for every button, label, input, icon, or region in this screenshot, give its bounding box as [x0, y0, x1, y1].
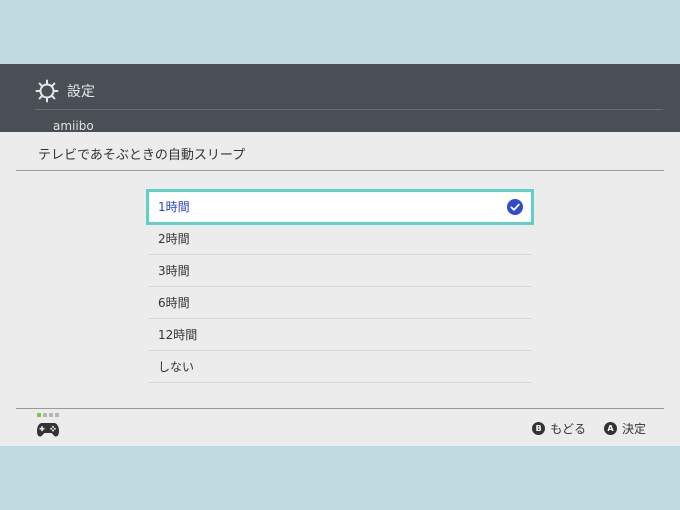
player-indicator	[37, 413, 60, 417]
option-2-hours[interactable]: 2時間	[148, 223, 532, 255]
option-list: 1時間 2時間 3時間 6時間 12時間 しない	[146, 189, 534, 383]
back-hint[interactable]: B もどる	[532, 420, 586, 437]
header-divider	[35, 109, 663, 110]
controller-status	[36, 413, 60, 438]
settings-title-text: 設定	[67, 84, 95, 100]
option-label: 2時間	[158, 232, 190, 246]
option-1-hour[interactable]: 1時間	[146, 189, 534, 225]
option-label: 3時間	[158, 264, 190, 278]
option-label: 1時間	[158, 200, 190, 214]
a-button-icon: A	[603, 422, 617, 435]
gamepad-icon	[36, 420, 60, 438]
switch-screen: 設定 amiibo テレビであそぶときの自動スリープ 1時間 2時間 3時間 6…	[0, 64, 680, 446]
option-label: 6時間	[158, 296, 190, 310]
option-label: しない	[158, 360, 195, 374]
option-12-hours[interactable]: 12時間	[148, 319, 532, 351]
option-3-hours[interactable]: 3時間	[148, 255, 532, 287]
back-label: もどる	[550, 422, 586, 436]
checkmark-circle-icon	[507, 199, 523, 215]
auto-sleep-dialog: テレビであそぶときの自動スリープ 1時間 2時間 3時間 6時間 12時間 しな…	[0, 132, 680, 446]
option-never[interactable]: しない	[148, 351, 532, 383]
settings-title: 設定	[35, 78, 95, 104]
dialog-divider	[16, 170, 664, 171]
gear-icon	[35, 79, 59, 103]
dialog-title: テレビであそぶときの自動スリープ	[38, 148, 246, 163]
confirm-label: 決定	[621, 422, 646, 436]
b-button-icon: B	[532, 422, 546, 435]
background-menu-item: amiibo	[53, 119, 94, 133]
button-hints: B もどる A 決定	[532, 420, 646, 437]
option-label: 12時間	[158, 328, 198, 342]
settings-header: 設定 amiibo	[0, 64, 680, 133]
option-6-hours[interactable]: 6時間	[148, 287, 532, 319]
footer-divider	[16, 408, 664, 409]
confirm-hint[interactable]: A 決定	[603, 420, 646, 437]
